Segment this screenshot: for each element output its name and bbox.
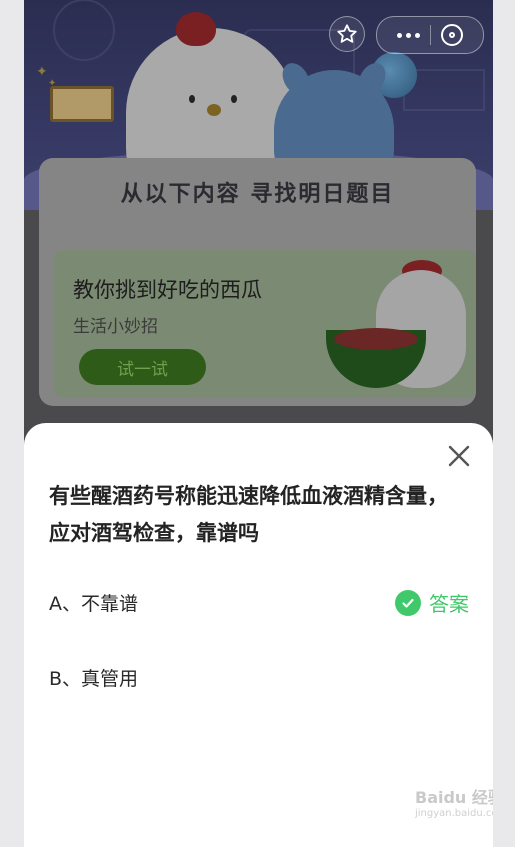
- star-icon: [337, 24, 357, 43]
- answer-label: 答案: [429, 592, 469, 616]
- answer-badge: 答案: [395, 588, 469, 617]
- quiz-question: 有些醒酒药号称能迅速降低血液酒精含量，应对酒驾检查，靠谱吗: [49, 484, 448, 545]
- check-icon: [395, 589, 421, 616]
- watermark-brand: Baidu 经验: [415, 788, 493, 807]
- medal-frame-icon: [50, 86, 114, 122]
- capsule-menu: [376, 16, 484, 54]
- option-b[interactable]: B、真管用: [49, 657, 469, 697]
- tip-card: 教你挑到好吃的西瓜 生活小妙招 试一试: [54, 250, 476, 398]
- sparkle-icon: ✦: [48, 78, 57, 89]
- card-heading: 从以下内容 寻找明日题目: [120, 182, 395, 207]
- try-button[interactable]: 试一试: [79, 349, 206, 385]
- sparkle-icon: ✦: [36, 64, 48, 80]
- capsule-divider: [430, 25, 431, 45]
- quiz-sheet: 有些醒酒药号称能迅速降低血液酒精含量，应对酒驾检查，靠谱吗 A、不靠谱 答案 B…: [24, 423, 493, 847]
- close-target-icon[interactable]: [441, 24, 463, 46]
- tip-title: 教你挑到好吃的西瓜: [73, 278, 262, 302]
- chicken-beak: [207, 104, 221, 116]
- chicken-eye: [231, 95, 237, 103]
- option-label: A、不靠谱: [49, 592, 138, 615]
- close-icon: [448, 445, 470, 467]
- tip-subtitle: 生活小妙招: [73, 317, 158, 337]
- option-label: B、真管用: [49, 667, 139, 690]
- chicken-comb: [176, 12, 216, 46]
- chicken-eye: [189, 95, 195, 103]
- favorite-button[interactable]: [329, 16, 365, 52]
- close-button[interactable]: [444, 441, 474, 471]
- baidu-watermark: Baidu 经验 jingyan.baidu.com: [415, 790, 493, 838]
- option-a[interactable]: A、不靠谱 答案: [49, 582, 469, 622]
- watermark-url: jingyan.baidu.com: [415, 808, 493, 819]
- content-card: 从以下内容 寻找明日题目 教你挑到好吃的西瓜 生活小妙招 试一试: [39, 158, 476, 406]
- app-screen: ✦ ✦ 从以下内容 寻找明日题目 教你挑到好吃的西瓜 生活小妙招 试一试 有些醒…: [24, 0, 493, 847]
- watermelon-flesh: [334, 328, 418, 350]
- more-dots-icon[interactable]: [397, 32, 420, 38]
